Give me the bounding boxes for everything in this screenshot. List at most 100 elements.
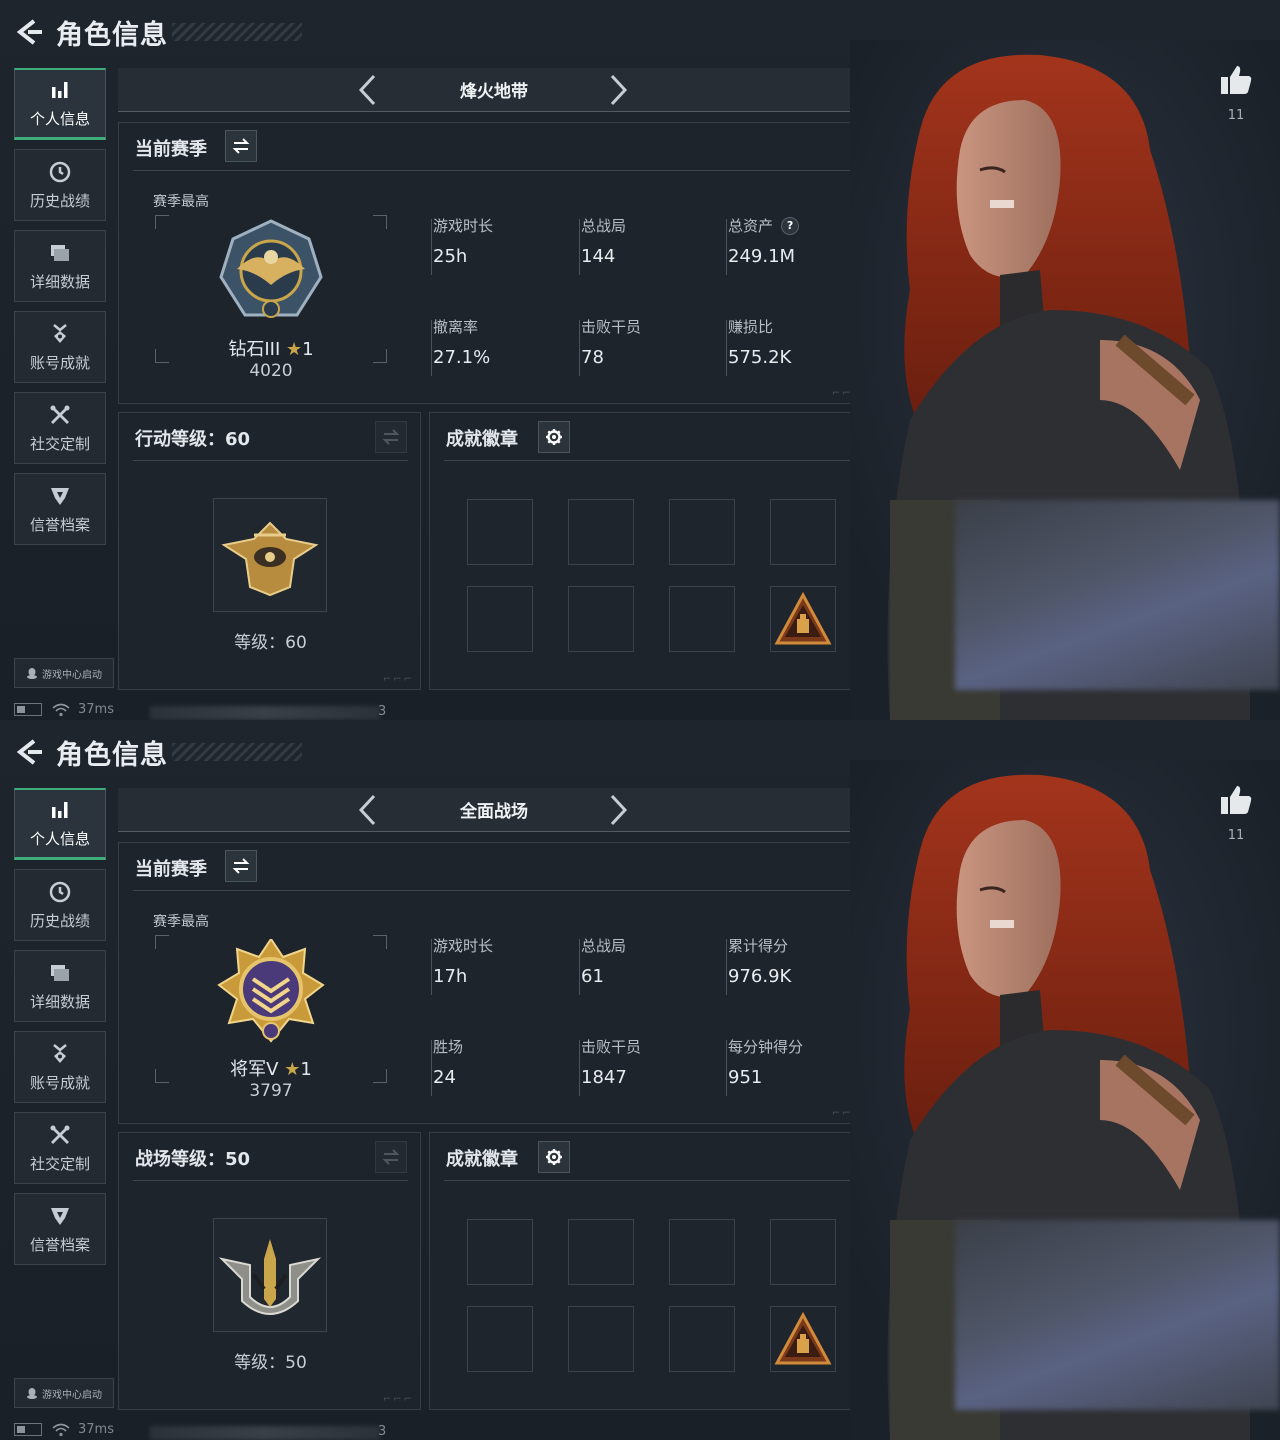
prev-mode-button[interactable] — [356, 73, 380, 107]
sidebar-item-label: 账号成就 — [29, 1073, 90, 1092]
star-icon: ★ — [286, 339, 303, 360]
season-switch-button[interactable] — [225, 850, 257, 882]
season-switch-button[interactable] — [225, 130, 257, 162]
header: 角色信息 — [14, 12, 302, 52]
title-decoration — [172, 743, 302, 761]
blurred-info — [150, 1426, 380, 1440]
badge-slot[interactable] — [467, 586, 533, 652]
back-arrow-icon — [16, 19, 42, 45]
achievement-settings-button[interactable] — [538, 1141, 570, 1173]
sidebar: 个人信息 历史战绩 详细数据 账号成就 社交定制 信誉档案 — [14, 788, 106, 1274]
blurred-region — [955, 500, 1280, 690]
prev-mode-button[interactable] — [356, 793, 380, 827]
stat-item: 总战局 61 — [579, 935, 721, 995]
like-count: 11 — [1227, 828, 1245, 843]
qq-penguin-icon — [27, 1388, 37, 1399]
stat-label-text: 每分钟得分 — [728, 1038, 804, 1056]
folder-icon — [51, 964, 69, 981]
sidebar-item-label: 信誉档案 — [29, 1235, 90, 1254]
badge-slot[interactable] — [669, 1219, 735, 1285]
sidebar-item-personal-info[interactable]: 个人信息 — [14, 68, 106, 140]
stat-label: 总战局 — [581, 215, 721, 236]
season-title: 当前赛季 — [135, 859, 207, 880]
badge-slot[interactable] — [669, 499, 735, 565]
stat-label: 击败干员 — [581, 316, 721, 337]
stat-label: 击败干员 — [581, 1036, 721, 1057]
next-mode-button[interactable] — [606, 793, 630, 827]
badge-slot[interactable] — [568, 586, 634, 652]
badge-slot[interactable] — [467, 499, 533, 565]
stat-label: 累计得分 — [728, 935, 868, 956]
header: 角色信息 — [14, 732, 302, 772]
stat-label: 胜场 — [433, 1036, 573, 1057]
star-icon: ★ — [284, 1059, 301, 1080]
back-button[interactable] — [14, 16, 46, 48]
chevron-right-icon — [610, 74, 628, 106]
rank-name: 钻石III ★1 — [155, 335, 387, 361]
sidebar-item-social[interactable]: 社交定制 — [14, 392, 106, 464]
like-button[interactable]: 11 — [1218, 64, 1254, 123]
achievement-panel: 成就徽章 — [429, 1132, 870, 1410]
stat-value: 575.2K — [728, 347, 792, 368]
thumbs-up-icon — [1221, 66, 1252, 94]
stat-value: 951 — [728, 1067, 763, 1088]
badge-slot[interactable] — [770, 499, 836, 565]
sidebar-item-personal-info[interactable]: 个人信息 — [14, 788, 106, 860]
divider — [444, 1180, 857, 1181]
sidebar-item-label: 个人信息 — [29, 830, 90, 848]
badge-slot[interactable] — [770, 1219, 836, 1285]
level-switch-button[interactable] — [375, 1141, 407, 1173]
stat-value: 78 — [581, 347, 604, 368]
sidebar-item-details[interactable]: 详细数据 — [14, 950, 106, 1022]
back-button[interactable] — [14, 736, 46, 768]
stat-value: 249.1M — [728, 246, 796, 267]
level-title: 战场等级：50 — [135, 1149, 251, 1170]
badge-slot[interactable] — [669, 1306, 735, 1372]
sidebar-item-label: 社交定制 — [29, 434, 90, 453]
badge-slot[interactable] — [568, 1306, 634, 1372]
stat-label-text: 总战局 — [581, 937, 627, 955]
level-badge-icon — [213, 498, 327, 612]
help-icon[interactable]: ? — [781, 216, 800, 235]
game-center-label: 游戏中心启动 — [42, 1389, 102, 1401]
next-mode-button[interactable] — [606, 73, 630, 107]
badge-slot[interactable] — [467, 1306, 533, 1372]
chevron-right-icon — [610, 794, 628, 826]
game-center-button[interactable]: 游戏中心启动 — [14, 1378, 114, 1408]
level-label: 等级：60 — [234, 633, 307, 653]
sidebar-item-label: 历史战绩 — [29, 191, 90, 210]
game-center-button[interactable]: 游戏中心启动 — [14, 658, 114, 688]
sidebar-item-achievements[interactable]: 账号成就 — [14, 1031, 106, 1103]
achievement-settings-button[interactable] — [538, 421, 570, 453]
sidebar-item-credit[interactable]: 信誉档案 — [14, 473, 106, 545]
sidebar-item-achievements[interactable]: 账号成就 — [14, 311, 106, 383]
battery-icon — [14, 703, 42, 716]
sidebar-item-history[interactable]: 历史战绩 — [14, 149, 106, 221]
sidebar-item-credit[interactable]: 信誉档案 — [14, 1193, 106, 1265]
level-switch-button[interactable] — [375, 421, 407, 453]
sidebar-item-label: 个人信息 — [29, 110, 90, 128]
badge-slot[interactable] — [669, 586, 735, 652]
season-panel: 当前赛季 赛季最高 钻石III ★1 4020 游戏时长 25h 总战局 144 总资产… — [118, 122, 870, 404]
tools-icon — [50, 1125, 70, 1144]
badge-slot[interactable] — [467, 1219, 533, 1285]
sidebar-item-social[interactable]: 社交定制 — [14, 1112, 106, 1184]
stat-label-text: 击败干员 — [581, 1038, 642, 1056]
stat-label-text: 击败干员 — [581, 318, 642, 336]
badge-slot[interactable] — [568, 1219, 634, 1285]
sidebar-item-label: 信誉档案 — [29, 515, 90, 534]
rank-score: 3797 — [249, 1081, 293, 1101]
clock-icon — [49, 881, 71, 902]
medal-icon — [53, 1043, 67, 1063]
badge-slot[interactable] — [568, 499, 634, 565]
badge-slot-filled[interactable] — [770, 586, 836, 652]
tools-icon — [50, 405, 70, 424]
rank-star-count: 1 — [302, 339, 314, 360]
sidebar-item-history[interactable]: 历史战绩 — [14, 869, 106, 941]
page-title: 角色信息 — [56, 739, 168, 771]
like-button[interactable]: 11 — [1218, 784, 1254, 843]
swap-icon — [232, 858, 250, 874]
sidebar-item-details[interactable]: 详细数据 — [14, 230, 106, 302]
badge-slot-filled[interactable] — [770, 1306, 836, 1372]
level-badge-icon — [213, 1218, 327, 1332]
